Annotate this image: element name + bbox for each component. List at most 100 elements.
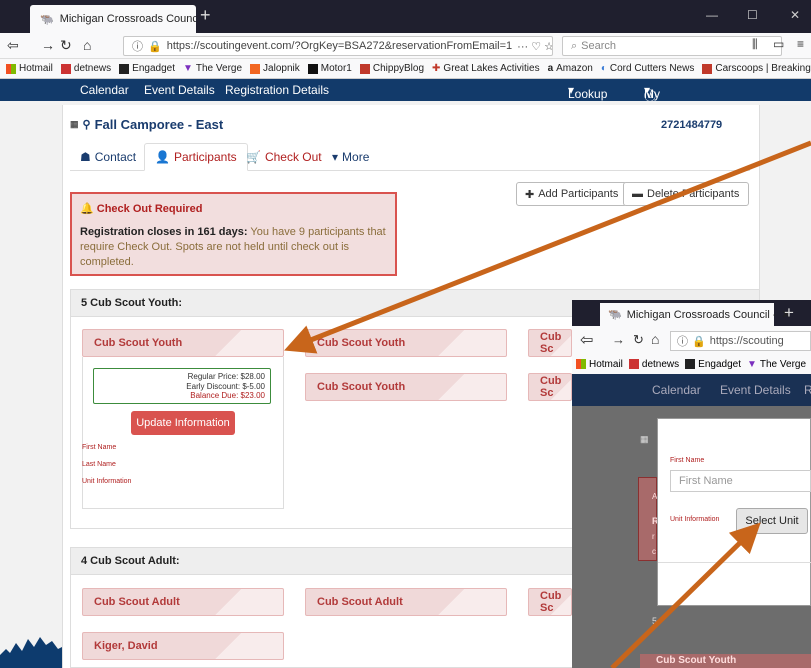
minus-icon: ▬	[632, 188, 643, 200]
calendar-icon: ▦	[70, 119, 79, 129]
reload-icon[interactable]: ↻	[60, 37, 72, 54]
forward-icon[interactable]: →	[41, 37, 55, 53]
bookmark-item[interactable]: ✚ Great Lakes Activities	[432, 63, 540, 74]
youth-card-4[interactable]: Cub Scout Youth	[305, 373, 507, 401]
update-information-button[interactable]: Update Information	[131, 411, 235, 435]
check-out-alert: 🔔 Check Out Required Registration closes…	[70, 192, 397, 276]
overlay-bookmark: detnews	[628, 358, 680, 370]
bookmark-label: Jalopnik	[263, 63, 300, 74]
nav-my-account[interactable]: ⓤ My Account ▾	[644, 83, 687, 115]
adult-card-3[interactable]: Cub Sc	[528, 588, 572, 616]
bookmark-item[interactable]: detnews	[60, 63, 111, 74]
adult-card-4[interactable]: Kiger, David	[82, 632, 284, 660]
add-participants-button[interactable]: ✚ Add Participants	[516, 182, 628, 206]
tab-title: Michigan Crossroads Council -	[59, 13, 196, 25]
overlay-url-bar: ⓘ 🔒 https://scouting	[670, 331, 811, 351]
bookmark-label: Carscoops | Breaking ...	[715, 63, 811, 74]
bookmark-label: Motor1	[320, 63, 352, 74]
library-icon[interactable]: ⫼	[752, 37, 758, 52]
youth-card-1[interactable]: Cub Scout Youth	[82, 329, 284, 357]
bookmark-item[interactable]: Jalopnik	[250, 63, 300, 74]
price-box: Regular Price: $28.00 Early Discount: $-…	[93, 368, 271, 404]
lookup-label: Lookup	[568, 87, 608, 101]
tab-check-out[interactable]: 🛒 Check Out	[236, 143, 332, 171]
url-bar[interactable]: ⓘ 🔒 https://scoutingevent.com/?OrgKey=BS…	[123, 36, 553, 56]
bookmark-item[interactable]: ChippyBlog	[359, 63, 424, 74]
overlay-bookmark: Engadget	[685, 359, 741, 370]
overlay-home-icon: ⌂	[651, 331, 660, 347]
event-id: 2721484779	[661, 119, 723, 131]
youth-card-2[interactable]: Cub Scout Youth	[305, 329, 507, 357]
select-unit-button[interactable]: Select Unit	[736, 508, 808, 534]
bookmark-item[interactable]: Motor1	[307, 63, 352, 74]
url-text: https://scoutingevent.com/?OrgKey=BSA272…	[166, 40, 513, 52]
overlay-site-navbar: Calendar Event Details R	[572, 374, 811, 406]
bookmark-item[interactable]: Hotmail	[6, 63, 53, 74]
chevron-down-icon: ▾	[332, 150, 339, 164]
search-input[interactable]: ⌕ Search	[562, 36, 782, 56]
overlay-nav-event-details: Event Details	[720, 383, 791, 397]
browser-tab[interactable]: 🐃 Michigan Crossroads Council - ✕	[30, 5, 196, 33]
overlay-bottom-card-label: Cub Scout Youth	[656, 655, 737, 666]
overlay-bookmark-label: Hotmail	[589, 358, 623, 370]
bookmark-item[interactable]: ◐ Cord Cutters News	[601, 63, 695, 74]
last-name-label: Last Name	[82, 461, 116, 468]
bookmark-item[interactable]: ▼ The Verge	[183, 63, 242, 74]
overlay-first-name-placeholder: First Name	[679, 475, 733, 487]
overlay-bookmark-label: The Verge	[759, 358, 807, 370]
bell-icon: 🔔	[80, 203, 94, 215]
early-discount: Early Discount: $-5.00	[186, 381, 265, 391]
bookmark-label: Hotmail	[19, 63, 53, 74]
overlay-bookmark-label: detnews	[641, 358, 680, 370]
add-participants-label: Add Participants	[538, 188, 619, 200]
jalopnik-icon	[250, 63, 261, 74]
search-icon: ⌕	[571, 39, 578, 52]
nav-lookup[interactable]: Lookup ▾	[568, 83, 607, 101]
tab-contact-label: Contact	[94, 150, 137, 164]
minimize-icon[interactable]: —	[706, 8, 718, 22]
bookmark-label: Great Lakes Activities	[443, 63, 540, 74]
overlay-bookmark: Hotmail	[576, 359, 623, 370]
delete-participants-button[interactable]: ▬ Delete Participants	[623, 182, 749, 206]
bookmark-item[interactable]: a Amazon	[548, 63, 593, 74]
menu-icon[interactable]: ≡	[797, 37, 804, 51]
overlay-bookmark: ▼ The Verge	[747, 359, 806, 370]
overlay-modal-divider	[658, 562, 811, 563]
tab-more[interactable]: ▾ More	[322, 143, 379, 171]
overlay-calendar-icon: ▦	[640, 434, 649, 444]
youth-card-5[interactable]: Cub Sc	[528, 373, 572, 401]
event-title: ▦ ⚲ Fall Camporee - East	[70, 117, 223, 132]
nav-registration-details[interactable]: Registration Details	[225, 83, 329, 97]
bookmark-label: Cord Cutters News	[609, 63, 695, 74]
overlay-nav-r: R	[804, 383, 811, 397]
nav-calendar[interactable]: Calendar	[80, 83, 129, 97]
home-icon[interactable]: ⌂	[83, 37, 91, 53]
alert-bold: Registration closes in 161 days:	[80, 226, 248, 238]
overlay-lock-icon: 🔒	[692, 335, 706, 348]
alert-title: 🔔 Check Out Required	[80, 202, 387, 215]
overlay-first-name-input[interactable]: First Name	[670, 470, 811, 492]
back-icon[interactable]: ⇦	[7, 37, 19, 54]
adult-card-2[interactable]: Cub Scout Adult	[305, 588, 507, 616]
motor1-icon	[307, 63, 318, 74]
nav-event-details[interactable]: Event Details	[144, 83, 215, 97]
new-tab-icon[interactable]: +	[200, 5, 211, 26]
youth-card-3[interactable]: Cub Sc	[528, 329, 572, 357]
close-window-icon[interactable]: ✕	[790, 8, 800, 22]
tab-contact[interactable]: ☗ Contact	[70, 143, 146, 171]
adult-card-1[interactable]: Cub Scout Adult	[82, 588, 284, 616]
maximize-icon[interactable]: ☐	[747, 8, 758, 22]
cord-cutters-icon: ◐	[600, 63, 607, 74]
bookmark-item[interactable]: Engadget	[119, 63, 175, 74]
balance-due: Balance Due: $23.00	[190, 391, 265, 401]
page-actions-icon[interactable]: ··· ♡ ☆	[517, 40, 552, 53]
bookmark-item[interactable]: Carscoops | Breaking ...	[702, 63, 811, 74]
overlay-verge-icon: ▼	[746, 358, 757, 370]
site-navbar: Calendar Event Details Registration Deta…	[0, 79, 811, 115]
overlay-hotmail-icon	[576, 359, 586, 369]
overlay-info-icon: ⓘ	[677, 336, 688, 348]
regular-price: Regular Price: $28.00	[187, 372, 265, 381]
sidebar-icon[interactable]: ▭	[773, 37, 784, 51]
tab-participants[interactable]: 👤 Participants	[144, 143, 248, 171]
overlay-tab-title: Michigan Crossroads Council -	[626, 308, 777, 321]
